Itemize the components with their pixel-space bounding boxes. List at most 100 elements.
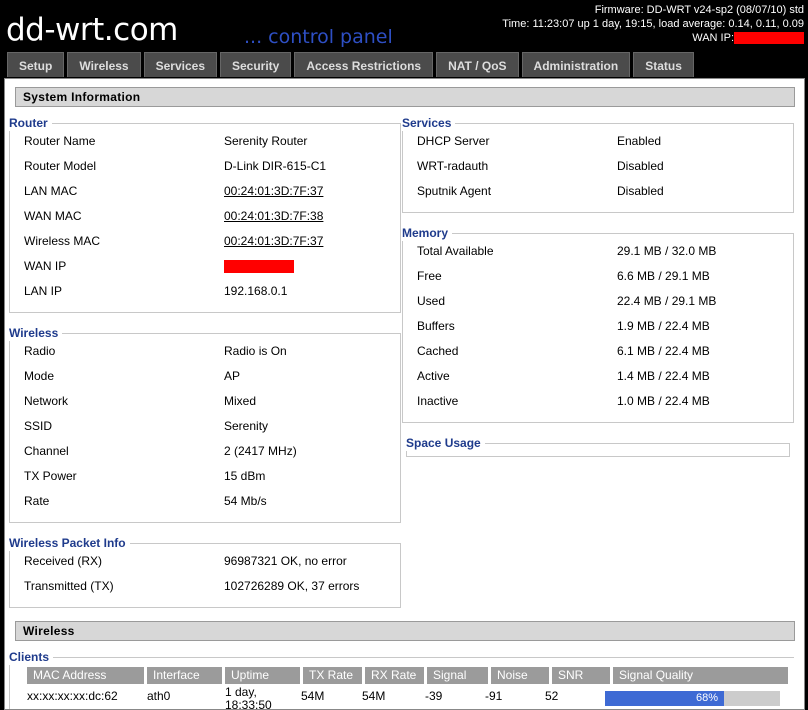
- client-signal: -39: [425, 689, 443, 703]
- client-mac: xx:xx:xx:xx:dc:62: [27, 689, 118, 703]
- time-text: Time: 11:23:07 up 1 day, 19:15, load ave…: [502, 18, 804, 30]
- client-noise: -91: [485, 689, 503, 703]
- tab-status[interactable]: Status: [633, 52, 694, 77]
- services-fieldset: Services DHCP Server Enabled WRT-radauth Di…: [402, 115, 794, 213]
- row-value: 1.0 MB / 22.4 MB: [617, 394, 710, 408]
- column-interface: Interface: [147, 667, 222, 684]
- row-label: WRT-radauth: [417, 159, 489, 173]
- row-value: 1.4 MB / 22.4 MB: [617, 369, 710, 383]
- row-value: 1.9 MB / 22.4 MB: [617, 319, 710, 333]
- column-signal: Signal: [427, 667, 488, 684]
- row-label: Router Model: [24, 159, 97, 173]
- row-label: Mode: [24, 369, 55, 383]
- dd-wrt-logo[interactable]: dd-wrt.com: [6, 12, 178, 48]
- client-snr: 52: [545, 689, 559, 703]
- row-label: Used: [417, 294, 446, 308]
- row-label: Channel: [24, 444, 69, 458]
- mac-link[interactable]: 00:24:01:3D:7F:37: [224, 233, 323, 249]
- row-value: 6.1 MB / 22.4 MB: [617, 344, 710, 358]
- row-value: Enabled: [617, 134, 662, 148]
- tab-wireless[interactable]: Wireless: [67, 52, 141, 77]
- row-value: Serenity Router: [224, 134, 308, 148]
- tab-security[interactable]: Security: [220, 52, 292, 77]
- wan-ip-redacted: [734, 32, 804, 45]
- row-value: 15 dBm: [224, 469, 266, 483]
- wireless-fieldset: Wireless Radio Radio is On Mode AP Network Mi…: [9, 325, 401, 523]
- wan-ip-line: WAN IP:: [502, 31, 804, 45]
- row-label: Free: [417, 269, 442, 283]
- memory-legend: Memory: [402, 225, 453, 241]
- logo-suffix: .com: [103, 12, 179, 48]
- tab-nat-qos[interactable]: NAT / QoS: [436, 52, 519, 77]
- firmware-text: Firmware: DD-WRT v24-sp2 (08/07/10) std: [594, 4, 804, 16]
- row-value: 96987321 OK, no error: [224, 554, 347, 568]
- router-legend: Router: [9, 115, 52, 131]
- column-signal-quality: Signal Quality: [613, 667, 788, 684]
- row-label: Inactive: [417, 394, 459, 408]
- column-rx-rate: RX Rate: [365, 667, 424, 684]
- row-label: Active: [417, 369, 450, 383]
- row-label: Router Name: [24, 134, 96, 148]
- tab-access-restrictions[interactable]: Access Restrictions: [294, 52, 434, 77]
- tagline: ... control panel: [244, 26, 393, 48]
- redaction-block: [224, 260, 294, 274]
- row-label: Radio: [24, 344, 56, 358]
- packet-info-fieldset: Wireless Packet Info Received (RX) 969873…: [9, 535, 401, 608]
- packet-info-legend: Wireless Packet Info: [9, 535, 130, 551]
- row-label: LAN MAC: [24, 184, 78, 198]
- tab-services[interactable]: Services: [143, 52, 217, 77]
- mac-link[interactable]: 00:24:01:3D:7F:37: [224, 183, 323, 199]
- row-value: Disabled: [617, 184, 664, 198]
- row-value: AP: [224, 369, 241, 383]
- memory-fieldset: Memory Total Available 29.1 MB / 32.0 MB F…: [402, 225, 794, 423]
- row-value: D-Link DIR-615-C1: [224, 159, 327, 173]
- row-label: WAN MAC: [24, 209, 82, 223]
- row-value: 2 (2417 MHz): [224, 444, 297, 458]
- space-usage-legend: Space Usage: [406, 435, 485, 451]
- row-value: Disabled: [617, 159, 664, 173]
- clients-table-header: MAC Address Interface Uptime TX Rate RX Rate…: [27, 667, 791, 684]
- row-label: Transmitted (TX): [24, 579, 114, 593]
- row-value: 192.168.0.1: [224, 284, 288, 298]
- router-info: Firmware: DD-WRT v24-sp2 (08/07/10) std …: [502, 3, 804, 45]
- services-legend: Services: [402, 115, 456, 131]
- mac-link[interactable]: 00:24:01:3D:7F:38: [224, 208, 323, 224]
- client-uptime: 1 day, 18:33:50: [225, 686, 272, 710]
- column-noise: Noise: [491, 667, 549, 684]
- tab-administration[interactable]: Administration: [521, 52, 631, 77]
- row-label: Received (RX): [24, 554, 103, 568]
- column-snr: SNR: [552, 667, 610, 684]
- row-value: 54 Mb/s: [224, 494, 267, 508]
- wan-ip-label: WAN IP:: [692, 32, 734, 44]
- signal-quality-fill: 68%: [605, 691, 724, 706]
- row-label: Buffers: [417, 319, 455, 333]
- row-label: Sputnik Agent: [417, 184, 492, 198]
- row-value: 29.1 MB / 32.0 MB: [617, 244, 717, 258]
- row-value: 102726289 OK, 37 errors: [224, 579, 360, 593]
- row-label: DHCP Server: [417, 134, 490, 148]
- row-label: WAN IP: [24, 259, 67, 273]
- wireless-section-header: Wireless: [15, 621, 795, 641]
- client-tx-rate: 54M: [301, 689, 325, 703]
- main-tabs: Setup Wireless Services Security Access Rest…: [7, 52, 697, 78]
- system-information-header: System Information: [15, 87, 795, 107]
- client-rx-rate: 54M: [362, 689, 386, 703]
- row-label: Wireless MAC: [24, 234, 101, 248]
- space-usage-fieldset: Space Usage: [406, 435, 790, 457]
- row-label: TX Power: [24, 469, 77, 483]
- column-mac-address: MAC Address: [27, 667, 144, 684]
- router-fieldset: Router Router Name Serenity Router Router …: [9, 115, 401, 313]
- main-content: System Information Router Router Name Ser…: [4, 78, 805, 710]
- wan-ip-redacted: [224, 258, 294, 274]
- client-uptime-time: 18:33:50: [225, 698, 272, 710]
- row-value: Serenity: [224, 419, 269, 433]
- row-label: Network: [24, 394, 69, 408]
- tab-setup[interactable]: Setup: [7, 52, 65, 77]
- column-tx-rate: TX Rate: [303, 667, 362, 684]
- signal-quality-bar: 68%: [605, 691, 780, 706]
- row-value: 22.4 MB / 29.1 MB: [617, 294, 717, 308]
- clients-legend: Clients: [9, 649, 54, 665]
- row-value: Radio is On: [224, 344, 287, 358]
- column-uptime: Uptime: [225, 667, 300, 684]
- row-label: LAN IP: [24, 284, 63, 298]
